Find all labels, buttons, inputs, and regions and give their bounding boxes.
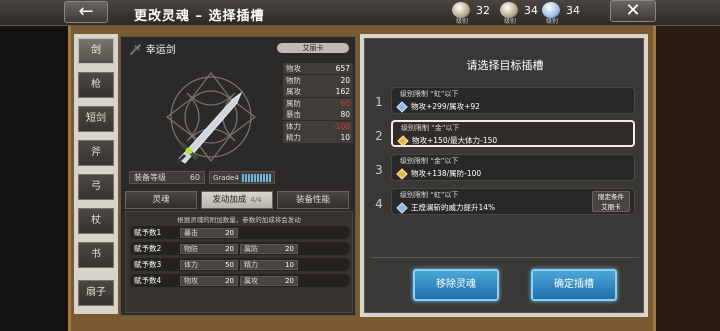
weapon-name: 幸运剑	[145, 45, 176, 56]
resource-count: 34	[566, 3, 580, 17]
slot-effect: 物攻+150/最大体力-150	[397, 134, 497, 147]
gem-blue-icon: 级别	[542, 2, 560, 25]
grant-row: 赋予数1 暴击 20	[130, 226, 350, 239]
category-tab-axe[interactable]: 斧	[78, 140, 114, 166]
grant-row: 赋予数3 体力 50 精力 10	[130, 258, 350, 271]
divider	[371, 257, 639, 258]
category-tab-dagger[interactable]: 短剑	[78, 106, 114, 132]
tab-activation-bonus[interactable]: 发动加成 4/4	[201, 191, 273, 209]
slot-4[interactable]: 级别限制 “虹”以下 王煌澜斩的威力提升14% 限定条件 艾丽卡	[391, 188, 635, 215]
weapon-panel: 🗡 幸运剑 艾丽卡 物攻 657 物防 20 属攻 162 属防 60 暴击 80 体力 -1…	[120, 36, 356, 316]
close-button[interactable]: ✕	[610, 0, 656, 22]
grant-row: 赋予数2 物防 20 属防 20	[130, 242, 350, 255]
weapon-tabs: 灵魂 发动加成 4/4 装备性能	[125, 191, 349, 209]
stat-row: 属防 60	[283, 97, 353, 109]
left-backdrop	[0, 26, 68, 331]
stat-row: 精力 10	[283, 132, 353, 143]
resource-count: 32	[476, 3, 490, 17]
page-title: 更改灵魂 – 选择插槽	[134, 9, 265, 24]
grant-row: 赋予数4 物攻 20 属攻 20	[130, 274, 350, 287]
weapon-title: 🗡 幸运剑	[129, 41, 176, 56]
slot-number: 4	[375, 197, 383, 211]
tab-equip-performance[interactable]: 装备性能	[277, 191, 349, 209]
gem-blue-icon	[396, 100, 408, 113]
weapon-stats: 物攻 657 物防 20 属攻 162 属防 60 暴击 80 体力 -100 精力 10	[283, 63, 353, 144]
stat-row: 物防 20	[283, 74, 353, 86]
activation-bonus-area: 根据灵魂的附加数量，参数的加成将会发动 赋予数1 暴击 20 赋予数2 物防 20 …	[125, 211, 353, 313]
category-tab-book[interactable]: 书	[78, 242, 114, 268]
stat-row: 物攻 657	[283, 63, 353, 74]
category-tab-sword[interactable]: 剑	[78, 38, 114, 64]
confirm-slot-button[interactable]: 确定插槽	[531, 269, 617, 301]
gem-gold-icon	[396, 167, 408, 180]
category-column: 剑 枪 短剑 斧 弓 杖 书 扇子	[74, 34, 118, 314]
slot-effect: 物攻+299/属攻+92	[396, 100, 480, 113]
sword-icon: 🗡	[129, 45, 142, 56]
grade-box: Grade 4	[209, 171, 275, 184]
slot-number: 3	[375, 163, 383, 177]
grade-bars	[241, 173, 272, 182]
slot-effect: 王煌澜斩的威力提升14%	[396, 201, 495, 214]
sword-icon	[175, 91, 243, 165]
slot-3[interactable]: 级别限制 “金”以下 物攻+138/属防-100	[391, 154, 635, 181]
right-backdrop	[656, 26, 720, 331]
character-tag: 艾丽卡	[277, 43, 349, 53]
category-tab-fan[interactable]: 扇子	[78, 280, 114, 306]
stat-row: 体力 -100	[283, 120, 353, 132]
slot-number: 2	[375, 129, 383, 143]
slot-panel: 请选择目标插槽 1 级别限制 “虹”以下 物攻+299/属攻+92 2 级别限制…	[360, 34, 648, 317]
slot-requirement: 级别限制 “虹”以下	[400, 90, 459, 98]
weapon-emblem	[166, 72, 256, 165]
resource-3: 级别 34	[542, 2, 580, 25]
slot-1[interactable]: 级别限制 “虹”以下 物攻+299/属攻+92	[391, 87, 635, 114]
remove-soul-button[interactable]: 移除灵魂	[413, 269, 499, 301]
category-tab-spear[interactable]: 枪	[78, 72, 114, 98]
bonus-description: 根据灵魂的附加数量，参数的加成将会发动	[177, 216, 301, 224]
slot-2[interactable]: 级别限制 “金”以下 物攻+150/最大体力-150	[391, 120, 635, 147]
back-button[interactable]: ←	[64, 1, 108, 23]
category-tab-bow[interactable]: 弓	[78, 174, 114, 200]
resource-count: 34	[524, 3, 538, 17]
slot-panel-title: 请选择目标插槽	[466, 59, 544, 72]
gem-blue-icon	[396, 201, 408, 214]
equip-level: 装备等级 60	[129, 171, 205, 184]
slot-requirement: 级别限制 “金”以下	[400, 157, 459, 165]
stat-row: 属攻 162	[283, 86, 353, 97]
gem-white-icon: 级别	[500, 2, 518, 25]
slot-requirement: 级别限制 “虹”以下	[400, 191, 459, 199]
slot-effect: 物攻+138/属防-100	[396, 167, 481, 180]
category-tab-staff[interactable]: 杖	[78, 208, 114, 234]
stat-row: 暴击 80	[283, 109, 353, 120]
gem-white-icon: 级别	[452, 2, 470, 25]
gem-gold-icon	[397, 134, 409, 147]
slot-panel-inner: 请选择目标插槽 1 级别限制 “虹”以下 物攻+299/属攻+92 2 级别限制…	[364, 38, 644, 313]
top-bar: ← 更改灵魂 – 选择插槽 级别 32 级别 34 级别 34 ✕	[0, 0, 720, 26]
slot-number: 1	[375, 95, 383, 109]
slot-requirement: 级别限制 “金”以下	[401, 124, 460, 132]
tab-soul[interactable]: 灵魂	[125, 191, 197, 209]
resource-1: 级别 32	[452, 2, 490, 25]
level-row: 装备等级 60 Grade 4	[129, 171, 275, 184]
condition-button[interactable]: 限定条件 艾丽卡	[592, 191, 630, 212]
resource-2: 级别 34	[500, 2, 538, 25]
